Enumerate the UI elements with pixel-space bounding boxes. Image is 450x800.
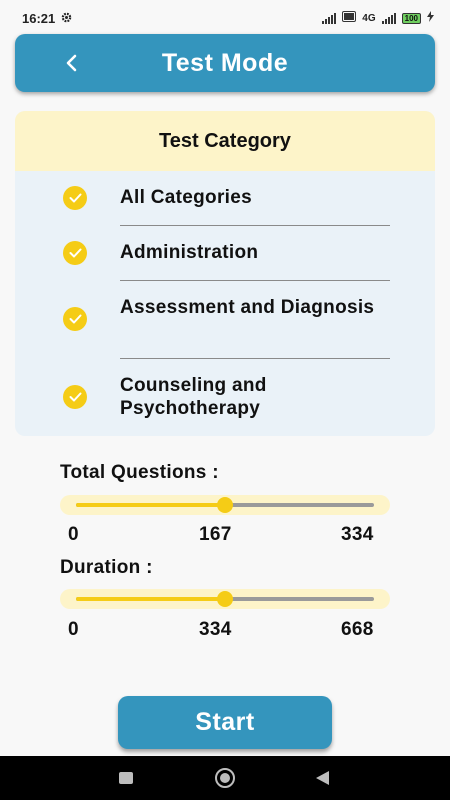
start-button[interactable]: Start	[118, 696, 332, 749]
category-item-assessment-diagnosis[interactable]: Assessment and Diagnosis	[15, 293, 435, 345]
divider	[120, 280, 390, 281]
status-time: 16:21	[22, 10, 56, 26]
category-label: Assessment and Diagnosis	[120, 297, 375, 318]
home-circle-icon	[215, 768, 235, 788]
network-label: 4G	[362, 12, 376, 24]
wifi-signal-icon	[322, 12, 337, 24]
check-icon	[63, 241, 87, 265]
divider	[120, 358, 390, 359]
duration-slider[interactable]	[60, 589, 390, 609]
test-category-card: Test Category All Categories Administrat…	[15, 111, 435, 436]
total-questions-slider[interactable]	[60, 495, 390, 515]
category-label: All Categories	[120, 187, 252, 208]
category-item-administration[interactable]: Administration	[15, 238, 435, 268]
category-item-counseling-psychotherapy[interactable]: Counseling and Psychotherapy	[15, 371, 435, 423]
system-nav-bar	[0, 756, 450, 800]
back-nav-button[interactable]	[314, 768, 330, 793]
triangle-back-icon	[316, 771, 329, 785]
total-questions-max: 334	[341, 524, 374, 545]
cell-signal-icon	[381, 12, 396, 24]
category-label: Counseling and Psychotherapy	[120, 375, 267, 419]
test-category-title: Test Category	[15, 111, 435, 171]
check-icon	[63, 385, 87, 409]
category-label: Administration	[120, 242, 259, 263]
slider-fill	[76, 503, 225, 507]
duration-label: Duration :	[60, 557, 153, 578]
app-header: Test Mode	[15, 34, 435, 92]
charging-icon	[427, 11, 434, 25]
category-item-all-categories[interactable]: All Categories	[15, 183, 435, 213]
slider-thumb[interactable]	[217, 497, 233, 513]
duration-min: 0	[68, 619, 79, 640]
check-icon	[63, 186, 87, 210]
square-icon	[119, 772, 133, 784]
page-title: Test Mode	[161, 48, 289, 77]
settings-icon	[61, 11, 72, 26]
duration-value: 334	[199, 619, 232, 640]
home-button[interactable]	[213, 768, 237, 793]
back-button[interactable]	[59, 48, 85, 78]
slider-thumb[interactable]	[217, 591, 233, 607]
total-questions-label: Total Questions :	[60, 462, 219, 483]
total-questions-min: 0	[68, 524, 79, 545]
status-bar: 16:21 4G 100	[0, 0, 450, 36]
battery-icon: 100	[401, 12, 421, 24]
status-left: 16:21	[22, 11, 72, 26]
volte-icon	[342, 11, 357, 25]
chevron-left-icon	[66, 54, 77, 72]
slider-fill	[76, 597, 225, 601]
status-right: 4G 100	[322, 11, 434, 25]
total-questions-value: 167	[199, 524, 232, 545]
check-icon	[63, 307, 87, 331]
duration-max: 668	[341, 619, 374, 640]
divider	[120, 225, 390, 226]
recent-apps-button[interactable]	[118, 768, 134, 793]
